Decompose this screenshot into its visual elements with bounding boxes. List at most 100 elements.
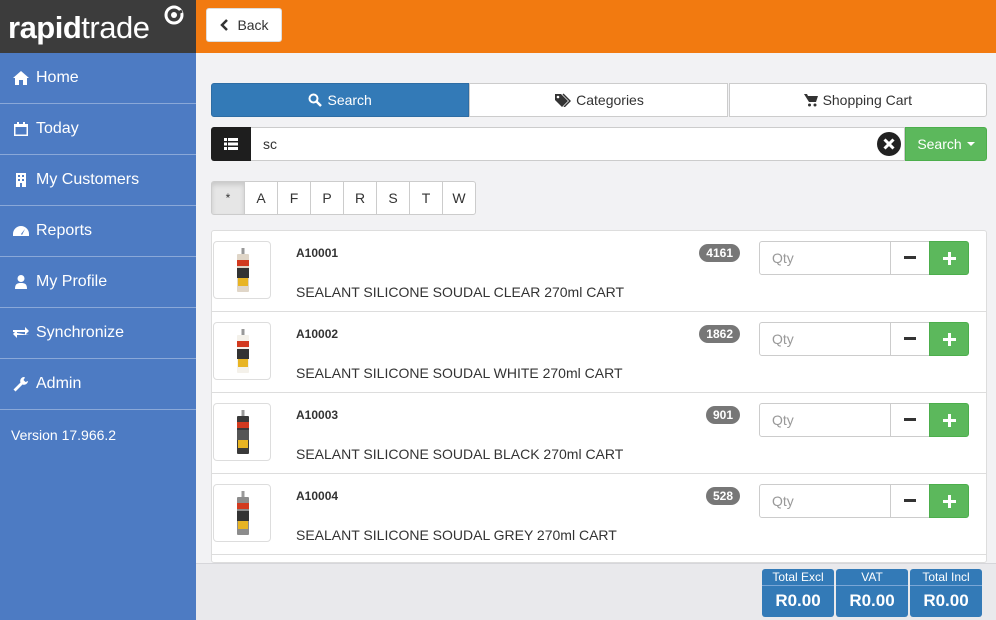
tab-shopping-cart[interactable]: Shopping Cart	[728, 83, 987, 117]
sidebar-item-admin[interactable]: Admin	[0, 359, 196, 410]
sidebar-item-label: Synchronize	[36, 324, 125, 341]
tab-search[interactable]: Search	[211, 83, 470, 117]
list-view-button[interactable]	[211, 127, 251, 161]
alpha-filter-t[interactable]: T	[409, 181, 443, 215]
alpha-filter-s[interactable]: S	[376, 181, 410, 215]
totals-footer: Total Excl R0.00 VAT R0.00 Total Incl R0…	[196, 563, 996, 620]
back-button[interactable]: Back	[206, 8, 282, 42]
brand-wordmark: rapidtrade	[8, 10, 150, 45]
plus-icon	[942, 494, 956, 508]
total-value: R0.00	[849, 591, 895, 610]
cart-icon	[803, 94, 818, 107]
quantity-input[interactable]	[759, 403, 891, 437]
top-bar: Back	[196, 0, 996, 53]
total-label: Total Incl	[910, 569, 982, 586]
search-button-label: Search	[917, 136, 962, 152]
sidebar-item-today[interactable]: Today	[0, 104, 196, 155]
brand-swirl-icon	[164, 5, 184, 25]
search-icon	[308, 93, 323, 107]
minus-icon	[904, 337, 916, 340]
dashboard-icon	[13, 226, 29, 236]
product-description: SEALANT SILICONE SOUDAL WHITE 270ml CART	[296, 365, 623, 381]
chevron-left-icon	[220, 19, 229, 31]
sealant-cartridge-icon	[237, 491, 249, 535]
totals-panel: Total Excl R0.00 VAT R0.00 Total Incl R0…	[762, 569, 984, 617]
alpha-filter-f[interactable]: F	[277, 181, 311, 215]
product-row: A10001 SEALANT SILICONE SOUDAL CLEAR 270…	[212, 231, 986, 312]
sidebar-item-label: My Customers	[36, 171, 140, 188]
sealant-cartridge-icon	[237, 248, 249, 292]
tab-label: Shopping Cart	[822, 92, 913, 108]
quantity-input[interactable]	[759, 322, 891, 356]
minus-icon	[904, 499, 916, 502]
product-description: SEALANT SILICONE SOUDAL GREY 270ml CART	[296, 527, 617, 543]
product-thumbnail[interactable]	[213, 403, 271, 461]
home-icon	[13, 71, 29, 85]
total-vat: VAT R0.00	[836, 569, 908, 617]
total-label: Total Excl	[762, 569, 834, 586]
sidebar-item-my-profile[interactable]: My Profile	[0, 257, 196, 308]
product-thumbnail[interactable]	[213, 484, 271, 542]
total-value: R0.00	[923, 591, 969, 610]
product-code: A10004	[296, 489, 339, 503]
alpha-filter-r[interactable]: R	[343, 181, 377, 215]
decrease-quantity-button[interactable]	[890, 484, 930, 518]
increase-quantity-button[interactable]	[929, 484, 969, 518]
alpha-filter-a[interactable]: A	[244, 181, 278, 215]
search-button[interactable]: Search	[905, 127, 987, 161]
product-row: A10003 SEALANT SILICONE SOUDAL BLACK 270…	[212, 393, 986, 474]
minus-icon	[904, 256, 916, 259]
total-label: VAT	[836, 569, 908, 586]
decrease-quantity-button[interactable]	[890, 322, 930, 356]
total-excl: Total Excl R0.00	[762, 569, 834, 617]
calendar-icon	[14, 122, 28, 136]
search-input[interactable]	[251, 127, 905, 161]
minus-icon	[904, 418, 916, 421]
clear-search-icon[interactable]	[877, 132, 901, 156]
caret-down-icon	[966, 142, 975, 146]
view-tabs: Search Categories Shopping Cart	[211, 83, 987, 117]
list-icon	[224, 138, 238, 150]
quantity-input[interactable]	[759, 484, 891, 518]
sidebar-item-synchronize[interactable]: Synchronize	[0, 308, 196, 359]
product-thumbnail[interactable]	[213, 241, 271, 299]
app-logo: rapidtrade	[0, 0, 196, 53]
product-thumbnail[interactable]	[213, 322, 271, 380]
alpha-filter-all[interactable]: *	[211, 181, 245, 215]
tab-label: Search	[327, 92, 372, 108]
alpha-filter-p[interactable]: P	[310, 181, 344, 215]
stock-badge: 1862	[699, 325, 740, 343]
increase-quantity-button[interactable]	[929, 322, 969, 356]
increase-quantity-button[interactable]	[929, 241, 969, 275]
plus-icon	[942, 332, 956, 346]
total-incl: Total Incl R0.00	[910, 569, 982, 617]
stock-badge: 528	[705, 487, 740, 505]
decrease-quantity-button[interactable]	[890, 241, 930, 275]
user-icon	[15, 275, 27, 289]
tab-label: Categories	[576, 92, 644, 108]
product-code: A10003	[296, 408, 339, 422]
building-icon	[16, 173, 26, 187]
tab-categories[interactable]: Categories	[469, 83, 728, 117]
sidebar: rapidtrade Home Today My Customers Repor…	[0, 0, 196, 620]
decrease-quantity-button[interactable]	[890, 403, 930, 437]
quantity-input[interactable]	[759, 241, 891, 275]
tags-icon	[555, 93, 572, 107]
stock-badge: 901	[705, 406, 740, 424]
product-code: A10002	[296, 327, 339, 341]
alphabet-filter: * A F P R S T W	[211, 181, 476, 215]
sidebar-item-reports[interactable]: Reports	[0, 206, 196, 257]
sidebar-item-label: My Profile	[36, 273, 108, 290]
increase-quantity-button[interactable]	[929, 403, 969, 437]
sidebar-item-label: Admin	[36, 375, 82, 392]
plus-icon	[942, 413, 956, 427]
alpha-filter-w[interactable]: W	[442, 181, 476, 215]
sidebar-item-my-customers[interactable]: My Customers	[0, 155, 196, 206]
stock-badge: 4161	[699, 244, 740, 262]
product-code: A10001	[296, 246, 339, 260]
plus-icon	[942, 251, 956, 265]
product-row: A10004 SEALANT SILICONE SOUDAL GREY 270m…	[212, 474, 986, 555]
sidebar-item-home[interactable]: Home	[0, 53, 196, 104]
product-description: SEALANT SILICONE SOUDAL CLEAR 270ml CART	[296, 284, 625, 300]
total-value: R0.00	[775, 591, 821, 610]
